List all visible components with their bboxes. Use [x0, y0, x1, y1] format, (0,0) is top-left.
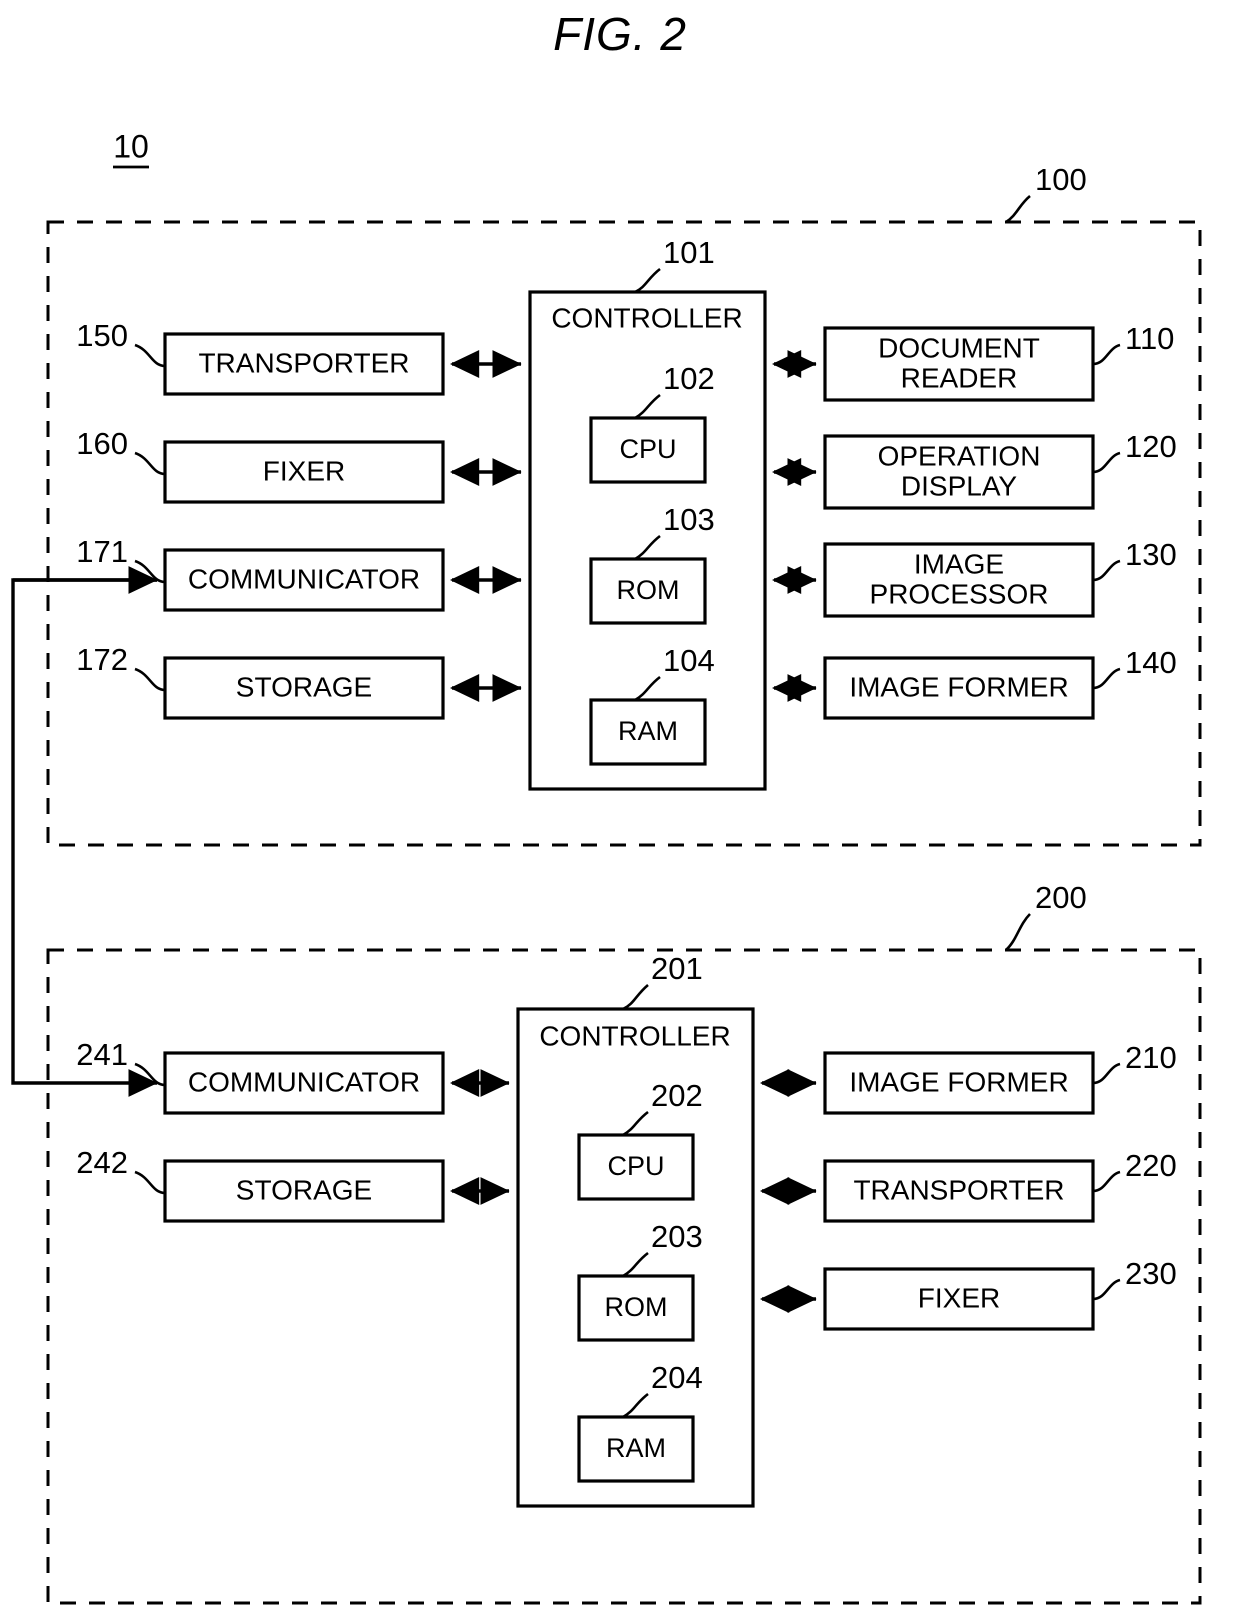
ref-150: 150	[76, 318, 128, 353]
ref-160-leader	[134, 451, 166, 476]
cpu-102-label: CPU	[619, 434, 676, 464]
transporter-150-label: TRANSPORTER	[198, 347, 409, 378]
controller-201-title: CONTROLLER	[539, 1020, 730, 1051]
ref-201: 201	[651, 951, 703, 986]
communicator-241-label: COMMUNICATOR	[188, 1066, 420, 1097]
ref-103: 103	[663, 502, 715, 537]
block-diagram-canvas: FIG. 2 10 100 CONTROLLER 101 CPU 102 ROM…	[11, 8, 1202, 1605]
ref-202: 202	[651, 1078, 703, 1113]
ref-150-leader	[134, 343, 166, 368]
ref-130: 130	[1125, 537, 1177, 572]
ref-120: 120	[1125, 429, 1177, 464]
document-reader-110-label-line1: DOCUMENT	[878, 332, 1040, 363]
ref-200-leader	[1005, 913, 1031, 951]
ref-101-leader	[634, 267, 661, 294]
ref-241: 241	[76, 1037, 128, 1072]
operation-display-120-label-line2: DISPLAY	[901, 470, 1018, 501]
ram-204-label: RAM	[606, 1433, 666, 1463]
communicator-171-label: COMMUNICATOR	[188, 563, 420, 594]
rom-103-label: ROM	[617, 575, 680, 605]
operation-display-120-label-line1: OPERATION	[878, 440, 1041, 471]
ref-171: 171	[76, 534, 128, 569]
system-ref-10: 10	[113, 128, 149, 164]
ref-210: 210	[1125, 1040, 1177, 1075]
ref-200: 200	[1035, 880, 1087, 915]
ref-204: 204	[651, 1360, 703, 1395]
patent-figure-2: FIG. 2 10 100 CONTROLLER 101 CPU 102 ROM…	[0, 0, 1240, 1619]
fixer-160-label: FIXER	[263, 455, 345, 486]
ref-160: 160	[76, 426, 128, 461]
image-processor-130-label-line1: IMAGE	[914, 548, 1004, 579]
image-processor-130-label-line2: PROCESSOR	[870, 578, 1049, 609]
ref-201-leader	[622, 984, 649, 1011]
ref-242-leader	[134, 1170, 166, 1195]
ref-130-leader	[1092, 559, 1121, 582]
ref-172: 172	[76, 642, 128, 677]
image-former-140-label: IMAGE FORMER	[849, 671, 1068, 702]
ref-210-leader	[1092, 1062, 1121, 1085]
ref-172-leader	[134, 667, 166, 692]
ref-203: 203	[651, 1219, 703, 1254]
controller-101-title: CONTROLLER	[551, 302, 742, 333]
figure-title: FIG. 2	[553, 8, 687, 60]
ref-120-leader	[1092, 451, 1121, 474]
image-former-210-label: IMAGE FORMER	[849, 1066, 1068, 1097]
ref-110: 110	[1125, 321, 1174, 356]
ref-220: 220	[1125, 1148, 1177, 1183]
ref-100-leader	[1005, 194, 1031, 224]
storage-172-label: STORAGE	[236, 671, 372, 702]
rom-203-label: ROM	[605, 1292, 668, 1322]
ram-104-label: RAM	[618, 716, 678, 746]
ref-242: 242	[76, 1145, 128, 1180]
fixer-230-label: FIXER	[918, 1282, 1000, 1313]
ref-101: 101	[663, 235, 715, 270]
ref-100: 100	[1035, 162, 1087, 197]
ref-140-leader	[1092, 667, 1121, 690]
ref-104: 104	[663, 643, 715, 678]
ref-230: 230	[1125, 1256, 1177, 1291]
cpu-202-label: CPU	[607, 1151, 664, 1181]
storage-242-label: STORAGE	[236, 1174, 372, 1205]
transporter-220-label: TRANSPORTER	[853, 1174, 1064, 1205]
ref-110-leader	[1092, 343, 1121, 366]
document-reader-110-label-line2: READER	[901, 362, 1018, 393]
ref-230-leader	[1092, 1278, 1121, 1301]
ref-140: 140	[1125, 645, 1177, 680]
ref-102: 102	[663, 361, 715, 396]
ref-220-leader	[1092, 1170, 1121, 1193]
